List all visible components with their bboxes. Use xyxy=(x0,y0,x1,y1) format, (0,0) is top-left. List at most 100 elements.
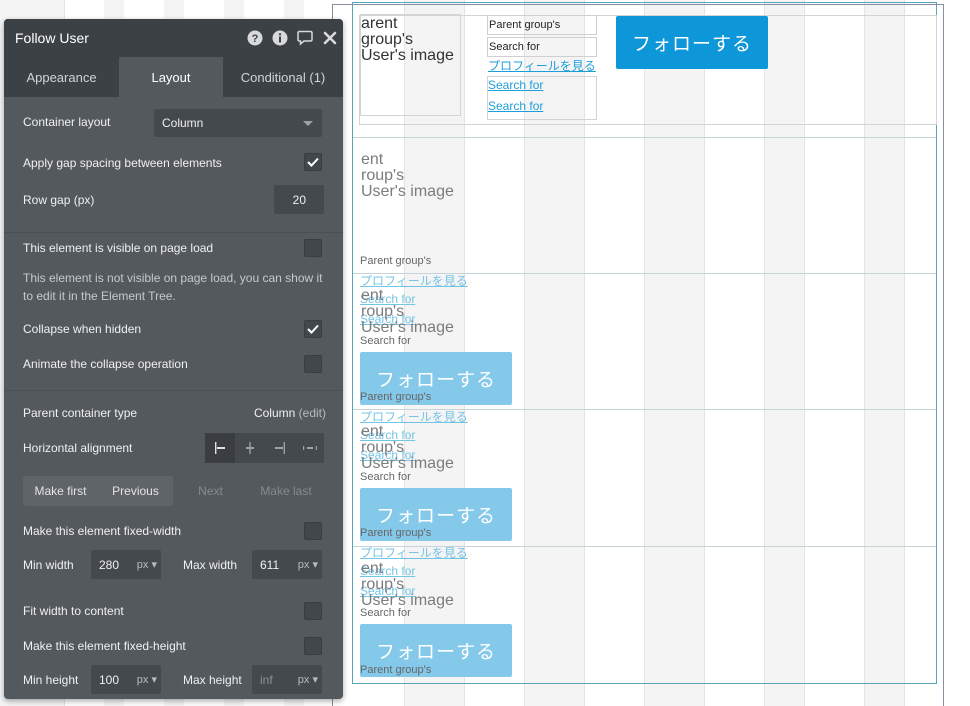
parent-container-edit-link[interactable]: (edit) xyxy=(299,406,326,420)
checkmark-icon xyxy=(307,157,319,167)
fixed-width-row: Make this element fixed-width xyxy=(23,521,324,541)
image-label: roup's xyxy=(361,167,405,184)
help-icon[interactable]: ? xyxy=(246,29,264,47)
fit-width-label: Fit width to content xyxy=(23,604,124,618)
unit-label: px xyxy=(136,673,149,686)
image-label: roup's xyxy=(361,439,405,456)
make-last-button[interactable]: Make last xyxy=(248,476,324,506)
align-spread-icon[interactable] xyxy=(295,433,324,463)
collapse-hidden-checkbox[interactable] xyxy=(304,320,322,338)
animate-collapse-checkbox[interactable] xyxy=(304,355,322,373)
image-label: User's image xyxy=(361,47,454,64)
fixed-width-checkbox[interactable] xyxy=(304,522,322,540)
next-button[interactable]: Next xyxy=(183,476,238,506)
tab-conditional[interactable]: Conditional (1) xyxy=(223,57,343,97)
max-width-input[interactable]: 611 px ▾ xyxy=(252,550,322,579)
element-name[interactable]: Follow User xyxy=(15,30,89,46)
visible-on-load-checkbox[interactable] xyxy=(304,239,322,257)
container-layout-select[interactable]: Column xyxy=(154,109,322,137)
image-label: ent xyxy=(361,560,384,577)
search-for-text[interactable]: Search for xyxy=(360,471,411,483)
checkmark-icon xyxy=(307,324,319,334)
apply-gap-label: Apply gap spacing between elements xyxy=(23,156,222,170)
image-label: group's xyxy=(361,31,413,48)
max-height-unit[interactable]: px ▾ xyxy=(297,673,318,687)
collapse-hidden-label: Collapse when hidden xyxy=(23,322,142,336)
horizontal-alignment-row: Horizontal alignment xyxy=(23,433,324,463)
previous-button[interactable]: Previous xyxy=(98,476,173,506)
min-width-value: 280 xyxy=(99,557,120,572)
view-profile-link[interactable]: プロフィールを見る xyxy=(360,544,468,561)
search-for-text[interactable]: Search for xyxy=(487,37,597,57)
tab-appearance[interactable]: Appearance xyxy=(4,57,119,97)
image-label: User's image xyxy=(361,183,454,200)
align-left-icon[interactable] xyxy=(205,433,235,463)
make-first-button[interactable]: Make first xyxy=(23,476,98,506)
divider xyxy=(4,390,343,391)
parent-container-row: Parent container type Column (edit) xyxy=(23,406,326,422)
search-for-link[interactable]: Search for xyxy=(488,78,543,92)
parent-container-value: Column xyxy=(253,406,296,420)
tab-layout[interactable]: Layout xyxy=(119,57,223,97)
visible-on-load-label: This element is visible on page load xyxy=(23,241,214,255)
min-height-input[interactable]: 100 px ▾ xyxy=(91,665,161,694)
max-width-unit[interactable]: px ▾ xyxy=(297,558,318,572)
apply-gap-row: Apply gap spacing between elements xyxy=(23,153,324,173)
close-icon[interactable] xyxy=(321,29,339,47)
animate-collapse-label: Animate the collapse operation xyxy=(23,357,188,371)
parent-group-text[interactable]: Parent group's xyxy=(360,664,431,676)
container-layout-label: Container layout xyxy=(23,115,111,129)
parent-group-text[interactable]: Parent group's xyxy=(360,255,431,267)
parent-group-text[interactable]: Parent group's xyxy=(360,391,431,403)
container-layout-row: Container layout Column xyxy=(23,109,324,137)
row-gap-label: Row gap (px) xyxy=(23,193,95,207)
follow-button[interactable]: フォローする xyxy=(616,16,768,69)
search-for-text[interactable]: Search for xyxy=(360,607,411,619)
property-tabs: Appearance Layout Conditional (1) xyxy=(4,57,343,97)
parent-group-text[interactable]: Parent group's xyxy=(487,15,597,35)
layout-tab-content: Container layout Column Apply gap spacin… xyxy=(4,97,343,699)
unit-label: px xyxy=(297,558,310,571)
property-editor-header[interactable]: Follow User ? xyxy=(4,19,343,57)
row-gap-input[interactable]: 20 xyxy=(274,185,324,214)
horizontal-alignment-control xyxy=(205,433,324,463)
visible-on-load-note: This element is not visible on page load… xyxy=(23,271,323,303)
search-for-link[interactable]: Search for xyxy=(488,99,543,113)
parent-container-label: Parent container type xyxy=(23,406,138,420)
min-width-unit[interactable]: px ▾ xyxy=(136,558,157,572)
image-label: ent xyxy=(361,287,384,304)
comment-icon[interactable] xyxy=(296,29,314,47)
repeating-group-cell[interactable] xyxy=(353,138,936,274)
animate-collapse-row: Animate the collapse operation xyxy=(23,354,324,374)
image-label: arent xyxy=(361,15,398,32)
property-editor[interactable]: Follow User ? Appearance Layout Conditio… xyxy=(4,19,343,699)
view-profile-link[interactable]: プロフィールを見る xyxy=(488,57,596,74)
collapse-hidden-row: Collapse when hidden xyxy=(23,319,324,339)
image-label: roup's xyxy=(361,303,405,320)
fixed-width-label: Make this element fixed-width xyxy=(23,524,182,538)
align-right-icon[interactable] xyxy=(265,433,295,463)
align-center-icon[interactable] xyxy=(235,433,265,463)
max-height-label: Max height xyxy=(183,673,242,687)
apply-gap-checkbox[interactable] xyxy=(304,153,322,171)
fit-width-checkbox[interactable] xyxy=(304,602,322,620)
unit-label: px xyxy=(297,673,310,686)
element-order-row: Make first Previous Next Make last xyxy=(23,476,324,506)
width-limits-row: Min width 280 px ▾ Max width 611 px ▾ xyxy=(23,550,324,579)
min-width-label: Min width xyxy=(23,558,74,572)
height-limits-row: Min height 100 px ▾ Max height inf px ▾ xyxy=(23,665,324,694)
search-for-text[interactable]: Search for xyxy=(360,335,411,347)
max-width-value: 611 xyxy=(260,557,280,572)
image-label: ent xyxy=(361,151,384,168)
min-height-unit[interactable]: px ▾ xyxy=(136,673,157,687)
image-label: roup's xyxy=(361,576,405,593)
min-width-input[interactable]: 280 px ▾ xyxy=(91,550,161,579)
fit-width-row: Fit width to content xyxy=(23,601,324,621)
fixed-height-checkbox[interactable] xyxy=(304,637,322,655)
max-height-input[interactable]: inf px ▾ xyxy=(252,665,322,694)
visible-on-load-row: This element is visible on page load xyxy=(23,238,324,258)
parent-group-text[interactable]: Parent group's xyxy=(360,527,431,539)
info-icon[interactable] xyxy=(271,29,289,47)
unit-label: px xyxy=(136,558,149,571)
horizontal-alignment-label: Horizontal alignment xyxy=(23,441,133,455)
